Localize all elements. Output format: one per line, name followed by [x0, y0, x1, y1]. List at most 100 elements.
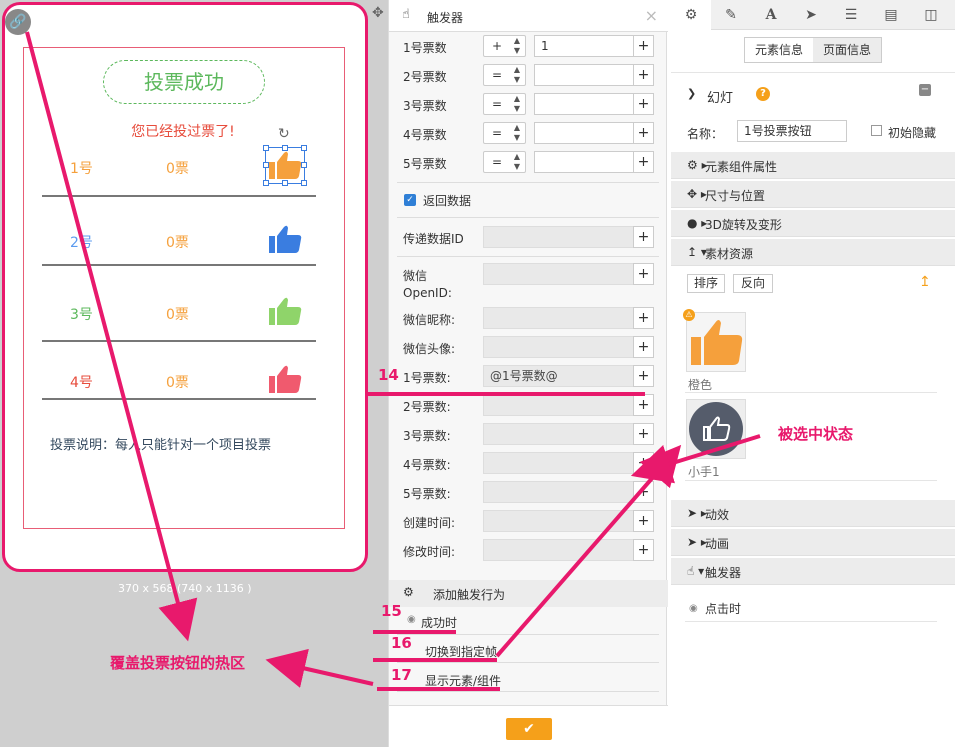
- pass-id-label: 传递数据ID: [403, 232, 464, 246]
- list-icon[interactable]: ☰: [831, 0, 871, 30]
- asset-hand-thumb[interactable]: [686, 399, 746, 459]
- vote-value-input[interactable]: [534, 122, 634, 144]
- resize-handle[interactable]: [263, 180, 269, 186]
- operator-select[interactable]: = ▲ ▼: [483, 64, 526, 86]
- data-field-input[interactable]: [483, 394, 634, 416]
- divider: [397, 182, 659, 183]
- initial-hidden-label: 初始隐藏: [888, 126, 937, 140]
- trigger-panel: ☝ 触发器 × 1号票数 + ▲ ▼ 1 +2号票数 = ▲ ▼ +3号票数 = ▲ ▼ +4号票数 = ▲ ▼…: [388, 0, 668, 747]
- plus-button[interactable]: +: [633, 64, 654, 86]
- add-trigger-section[interactable]: [389, 580, 668, 607]
- close-icon[interactable]: ×: [645, 6, 658, 25]
- resize-handle[interactable]: [301, 162, 307, 168]
- data-field-label: 2号票数:: [403, 400, 451, 414]
- return-data-label: 返回数据: [423, 194, 472, 208]
- plus-button[interactable]: +: [633, 307, 654, 329]
- divider: [397, 691, 659, 692]
- vote-value-input[interactable]: [534, 151, 634, 173]
- plus-button[interactable]: +: [633, 35, 654, 57]
- plus-button[interactable]: +: [633, 226, 654, 248]
- switch-frame-action[interactable]: 切换到指定帧: [425, 643, 497, 660]
- plus-button[interactable]: +: [633, 263, 654, 285]
- return-data-checkbox[interactable]: ✓: [404, 194, 416, 206]
- plus-button[interactable]: +: [633, 365, 654, 387]
- plus-button[interactable]: +: [633, 151, 654, 173]
- stepper-icon: ▲ ▼: [513, 152, 520, 171]
- text-icon[interactable]: A: [751, 0, 791, 30]
- vote-value-input[interactable]: [534, 93, 634, 115]
- show-element-action[interactable]: 显示元素/组件: [425, 672, 501, 689]
- resize-handle[interactable]: [301, 145, 307, 151]
- chevron-right-icon[interactable]: ❯: [687, 87, 696, 100]
- on-success-action[interactable]: 成功时: [421, 614, 457, 631]
- openid-input[interactable]: [483, 263, 634, 285]
- vote-count: 0票: [166, 235, 189, 251]
- selected-element-frame[interactable]: [263, 145, 307, 186]
- data-field-input[interactable]: [483, 481, 634, 503]
- plus-button[interactable]: +: [633, 510, 654, 532]
- trigger-panel-title: 触发器: [427, 11, 464, 25]
- operator-select[interactable]: + ▲ ▼: [483, 35, 526, 57]
- operator-select[interactable]: = ▲ ▼: [483, 151, 526, 173]
- move-icon[interactable]: ✥: [372, 5, 384, 21]
- nickname-input[interactable]: [483, 307, 634, 329]
- row-divider: [42, 264, 316, 266]
- plus-button[interactable]: +: [633, 394, 654, 416]
- resize-handle[interactable]: [301, 180, 307, 186]
- resize-handle[interactable]: [263, 145, 269, 151]
- database-icon[interactable]: ◫: [911, 0, 951, 30]
- plus-button[interactable]: +: [633, 481, 654, 503]
- document-icon[interactable]: ▤: [871, 0, 911, 30]
- plus-button[interactable]: +: [633, 336, 654, 358]
- reverse-button[interactable]: 反向: [733, 274, 773, 293]
- data-field-input[interactable]: [483, 510, 634, 532]
- name-input[interactable]: 1号投票按钮: [737, 120, 847, 142]
- resize-handle[interactable]: [263, 162, 269, 168]
- link-icon[interactable]: 🔗: [5, 9, 31, 35]
- data-field-input[interactable]: @1号票数@: [483, 365, 634, 387]
- tab-element-info[interactable]: 元素信息: [745, 38, 813, 62]
- plus-button[interactable]: +: [633, 122, 654, 144]
- collapse-icon[interactable]: −: [919, 84, 931, 96]
- plus-button[interactable]: +: [633, 423, 654, 445]
- vote-value-input[interactable]: 1: [534, 35, 634, 57]
- asset-orange-thumb[interactable]: [686, 312, 746, 372]
- gear-icon[interactable]: ⚙: [671, 0, 711, 30]
- thumbs-up-icon[interactable]: [268, 364, 302, 394]
- pencil-icon[interactable]: ✎: [711, 0, 751, 30]
- sort-button[interactable]: 排序: [687, 274, 725, 293]
- data-field-input[interactable]: [483, 452, 634, 474]
- row-divider: [42, 398, 316, 400]
- resize-handle[interactable]: [282, 145, 288, 151]
- upload-icon[interactable]: ↥: [919, 274, 931, 290]
- hand-pointer-icon: ☝: [402, 7, 410, 22]
- confirm-button[interactable]: ✔: [506, 718, 552, 740]
- avatar-input[interactable]: [483, 336, 634, 358]
- canvas-size-label: 370 x 568 (740 x 1136 ): [118, 582, 252, 595]
- add-trigger-label[interactable]: 添加触发行为: [433, 586, 505, 603]
- plus-button[interactable]: +: [633, 539, 654, 561]
- plus-button[interactable]: +: [633, 93, 654, 115]
- vote-count-label: 2号票数: [403, 70, 447, 84]
- operator-select[interactable]: = ▲ ▼: [483, 93, 526, 115]
- thumbs-up-icon[interactable]: [268, 296, 302, 326]
- upload-icon: ↥ ▾: [687, 245, 707, 259]
- help-icon[interactable]: ?: [756, 87, 770, 101]
- operator-select[interactable]: = ▲ ▼: [483, 122, 526, 144]
- hand-pointer-icon: ☝ ▾: [687, 564, 705, 578]
- pass-id-input[interactable]: [483, 226, 634, 248]
- click-trigger-item[interactable]: 点击时: [705, 600, 741, 617]
- send-icon[interactable]: ➤: [791, 0, 831, 30]
- vote-value-input[interactable]: [534, 64, 634, 86]
- initial-hidden-checkbox[interactable]: [871, 125, 882, 136]
- operator-value: =: [492, 155, 503, 169]
- data-field-input[interactable]: [483, 539, 634, 561]
- rotate-icon[interactable]: ↻: [278, 126, 290, 142]
- thumbs-up-icon[interactable]: [268, 224, 302, 254]
- resize-handle[interactable]: [282, 180, 288, 186]
- candidate-label: 2号: [70, 235, 93, 251]
- data-field-label: 4号票数:: [403, 458, 451, 472]
- plus-button[interactable]: +: [633, 452, 654, 474]
- tab-page-info[interactable]: 页面信息: [813, 38, 881, 62]
- data-field-input[interactable]: [483, 423, 634, 445]
